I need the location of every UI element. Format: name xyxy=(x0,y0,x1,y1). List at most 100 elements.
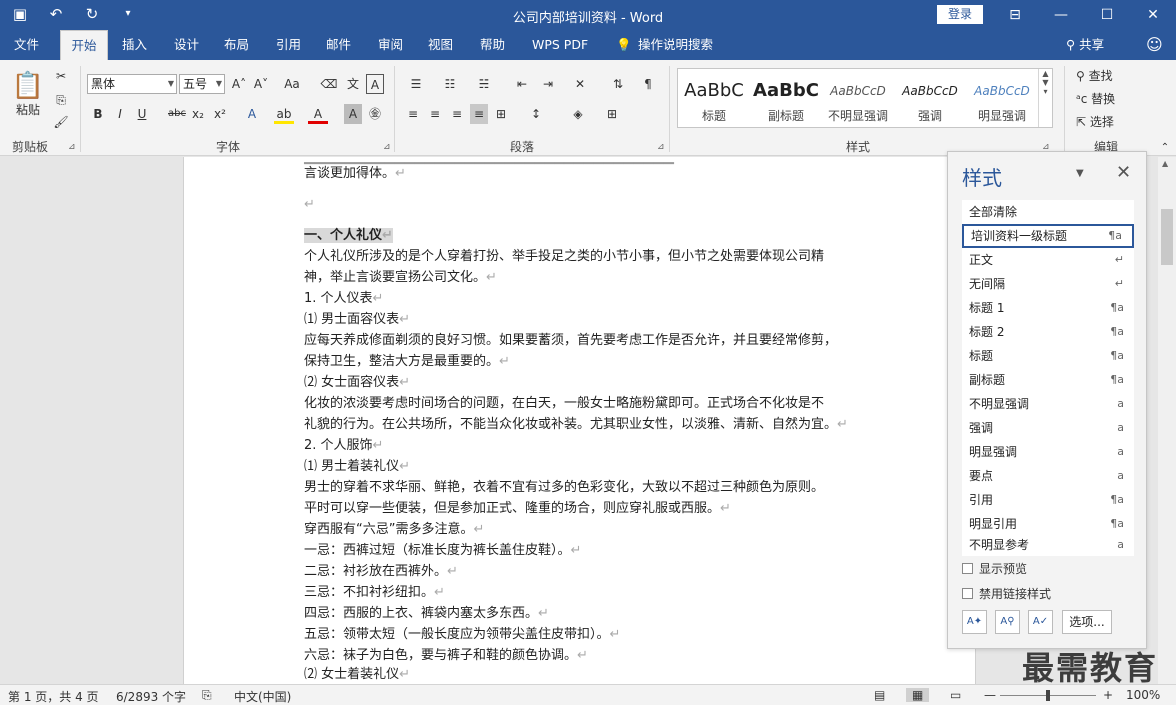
proofing-icon[interactable]: ⎘ xyxy=(202,688,212,703)
tab-layout[interactable]: 布局 xyxy=(218,30,255,60)
italic-icon[interactable]: I xyxy=(112,104,128,124)
numbering-icon[interactable]: ☷ xyxy=(438,74,462,94)
language-indicator[interactable]: 中文(中国) xyxy=(234,688,291,705)
style-item[interactable]: 正文 ↵ xyxy=(962,248,1134,272)
superscript-icon[interactable]: x² xyxy=(212,104,228,124)
doc-line[interactable]: ⑴ 男士面容仪表↵ xyxy=(304,309,410,330)
collapse-ribbon-icon[interactable]: ⌃ xyxy=(1158,138,1172,158)
font-name-combo[interactable]: 黑体 ▼ xyxy=(87,74,177,94)
read-mode-icon[interactable]: ▤ xyxy=(874,688,885,702)
multilevel-list-icon[interactable]: ☵ xyxy=(472,74,496,94)
style-item-selected[interactable]: 培训资料一级标题 ¶a xyxy=(962,224,1134,248)
style-item[interactable]: 明显强调 a xyxy=(962,440,1134,464)
word-count[interactable]: 6/2893 个字 xyxy=(116,688,186,705)
bold-icon[interactable]: B xyxy=(90,104,106,124)
underline-icon[interactable]: U xyxy=(134,104,150,124)
doc-line[interactable]: 礼貌的行为。在公共场所，不能当众化妆或补装。尤其职业女性，以淡雅、清新、自然为宜… xyxy=(304,414,848,435)
paste-button[interactable]: 粘贴 xyxy=(8,100,48,120)
tab-review[interactable]: 审阅 xyxy=(372,30,409,60)
paragraph-launcher-icon[interactable]: ⊿ xyxy=(657,142,665,152)
doc-line[interactable]: 三忌：不扣衬衫纽扣。↵ xyxy=(304,582,445,603)
align-center-icon[interactable]: ≡ xyxy=(426,104,444,124)
close-pane-icon[interactable]: ✕ xyxy=(1116,162,1131,183)
style-gallery-item[interactable]: AaBbCcD 明显强调 xyxy=(966,69,1038,127)
doc-line[interactable]: ⑵ 女士面容仪表↵ xyxy=(304,372,410,393)
smiley-icon[interactable]: ☺ xyxy=(1140,30,1169,60)
style-item[interactable]: 全部清除 xyxy=(962,200,1134,224)
tab-help[interactable]: 帮助 xyxy=(474,30,511,60)
style-item[interactable]: 标题 ¶a xyxy=(962,344,1134,368)
enclose-characters-icon[interactable]: ㊎ xyxy=(366,104,384,124)
text-effects-icon[interactable]: A xyxy=(242,104,262,124)
tab-home[interactable]: 开始 xyxy=(60,30,108,60)
align-right-icon[interactable]: ≡ xyxy=(448,104,466,124)
show-marks-icon[interactable]: ¶ xyxy=(638,74,658,94)
chinese-layout-icon[interactable]: ✕ xyxy=(568,74,592,94)
doc-line[interactable]: 个人礼仪所涉及的是个人穿着打扮、举手投足之类的小节小事，但小节之处需要体现公司精 xyxy=(304,246,824,267)
share-button[interactable]: ⚲ 共享 xyxy=(1060,30,1110,60)
tab-wps-pdf[interactable]: WPS PDF xyxy=(526,30,594,60)
highlight-icon[interactable]: ab xyxy=(274,104,294,124)
style-gallery-item[interactable]: AaBbC 副标题 xyxy=(750,69,822,127)
style-gallery-item[interactable]: AaBbCcD 不明显强调 xyxy=(822,69,894,127)
style-gallery-item[interactable]: AaBbCcD 强调 xyxy=(894,69,966,127)
strikethrough-icon[interactable]: abc xyxy=(166,104,188,124)
ribbon-display-icon[interactable]: ⊟ xyxy=(1000,4,1030,26)
zoom-in-icon[interactable]: + xyxy=(1103,688,1113,702)
login-button[interactable]: 登录 xyxy=(937,5,983,24)
font-color-icon[interactable]: A xyxy=(308,104,328,124)
distributed-icon[interactable]: ⊞ xyxy=(492,104,510,124)
bullets-icon[interactable]: ☰ xyxy=(404,74,428,94)
align-left-icon[interactable]: ≡ xyxy=(404,104,422,124)
style-item[interactable]: 标题 2 ¶a xyxy=(962,320,1134,344)
clipboard-launcher-icon[interactable]: ⊿ xyxy=(68,142,76,152)
change-case-icon[interactable]: Aa xyxy=(280,74,304,94)
doc-line[interactable]: ⑵ 女士着装礼仪↵ xyxy=(304,664,410,684)
style-gallery-item[interactable]: AaBbC 标题 xyxy=(678,69,750,127)
style-item[interactable]: 不明显强调 a xyxy=(962,392,1134,416)
tab-insert[interactable]: 插入 xyxy=(116,30,153,60)
doc-line[interactable]: 六忌：袜子为白色，要与裤子和鞋的颜色协调。↵ xyxy=(304,645,588,666)
doc-line[interactable]: ⑴ 男士着装礼仪↵ xyxy=(304,456,410,477)
minimize-icon[interactable]: — xyxy=(1046,4,1076,26)
doc-line[interactable]: 穿西服有“六忌”需多多注意。↵ xyxy=(304,519,484,540)
justify-icon[interactable]: ≡ xyxy=(470,104,488,124)
cut-icon[interactable]: ✂ xyxy=(52,66,70,86)
tab-view[interactable]: 视图 xyxy=(422,30,459,60)
select-button[interactable]: ⇱ 选择 xyxy=(1076,112,1146,132)
sort-icon[interactable]: ⇅ xyxy=(608,74,628,94)
doc-line[interactable]: ↵ xyxy=(304,194,315,215)
tab-design[interactable]: 设计 xyxy=(168,30,205,60)
grow-font-icon[interactable]: A˄ xyxy=(230,74,248,94)
doc-line[interactable]: 二忌：衬衫放在西裤外。↵ xyxy=(304,561,458,582)
increase-indent-icon[interactable]: ⇥ xyxy=(538,74,558,94)
copy-icon[interactable]: ⎘ xyxy=(52,90,70,110)
pane-options-icon[interactable]: ▼ xyxy=(1076,168,1084,179)
phonetic-guide-icon[interactable]: 文 xyxy=(344,74,362,94)
zoom-slider-thumb[interactable] xyxy=(1046,690,1050,701)
tab-file[interactable]: 文件 xyxy=(8,30,45,60)
document-page[interactable]: ▁▁▁▁▁▁▁▁▁▁▁▁▁▁▁▁▁▁▁▁▁▁▁▁▁▁▁▁▁▁▁▁▁▁▁▁▁ 言谈… xyxy=(183,157,976,684)
font-launcher-icon[interactable]: ⊿ xyxy=(383,142,391,152)
style-item[interactable]: 不明显参考 a xyxy=(962,534,1134,556)
style-inspector-button[interactable]: A⚲ xyxy=(995,610,1020,634)
subscript-icon[interactable]: x₂ xyxy=(190,104,206,124)
style-item[interactable]: 副标题 ¶a xyxy=(962,368,1134,392)
style-item[interactable]: 明显引用 ¶a xyxy=(962,512,1134,536)
tell-me-search[interactable]: 操作说明搜索 xyxy=(632,30,719,60)
style-item[interactable]: 标题 1 ¶a xyxy=(962,296,1134,320)
doc-line[interactable]: 化妆的浓淡要考虑时间场合的问题，在白天，一般女士略施粉黛即可。正式场合不化妆是不 xyxy=(304,393,824,414)
style-item[interactable]: 要点 a xyxy=(962,464,1134,488)
decrease-indent-icon[interactable]: ⇤ xyxy=(512,74,532,94)
zoom-level[interactable]: 100% xyxy=(1126,688,1160,702)
scroll-up-icon[interactable]: ▲ xyxy=(1162,159,1168,168)
doc-line[interactable]: 言谈更加得体。↵ xyxy=(304,163,406,184)
manage-styles-button[interactable]: A✓ xyxy=(1028,610,1053,634)
doc-line[interactable]: 一、个人礼仪↵ xyxy=(304,225,393,246)
shading-icon[interactable]: ◈ xyxy=(566,104,590,124)
disable-linked-styles-checkbox[interactable]: 禁用链接样式 xyxy=(962,585,1051,602)
doc-line[interactable]: 平时可以穿一些便装，但是参加正式、隆重的场合，则应穿礼服或西服。↵ xyxy=(304,498,731,519)
new-style-button[interactable]: A✦ xyxy=(962,610,987,634)
doc-line[interactable]: 四忌：西服的上衣、裤袋内塞太多东西。↵ xyxy=(304,603,549,624)
style-item[interactable]: 引用 ¶a xyxy=(962,488,1134,512)
